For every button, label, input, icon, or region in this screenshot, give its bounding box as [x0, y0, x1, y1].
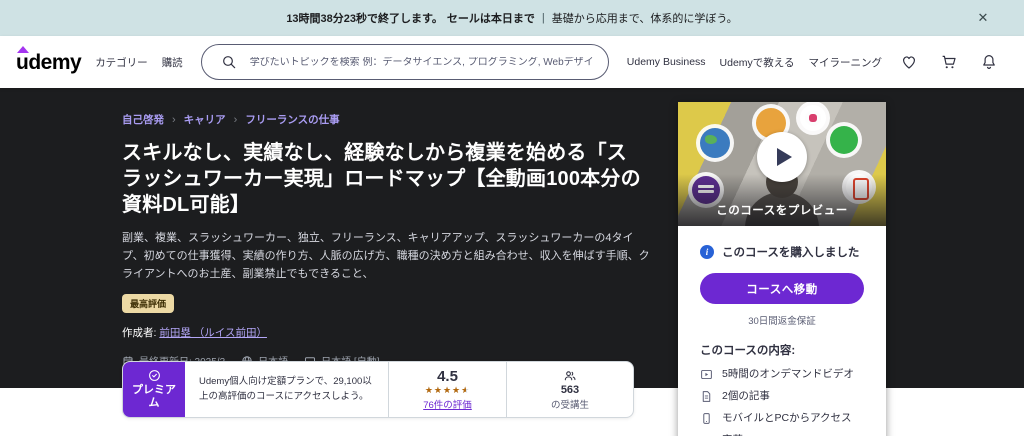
sale-tagline: 基礎から応用まで、体系的に学ぼう。: [551, 13, 738, 25]
wishlist-heart-icon[interactable]: [899, 52, 919, 72]
play-button[interactable]: [757, 131, 807, 182]
author-row: 作成者: 前田塁 （ルイス前田）: [122, 325, 1024, 340]
highest-rated-badge: 最高評価: [122, 294, 175, 314]
breadcrumb: 自己啓発 › キャリア › フリーランスの仕事: [122, 112, 1024, 127]
go-to-course-button[interactable]: コースへ移動: [700, 273, 864, 304]
nav-categories[interactable]: カテゴリー: [95, 55, 148, 70]
author-label: 作成者:: [122, 327, 157, 340]
rating-column: 4.5 ★★★★★ ★★★★★ 76件の評価: [389, 362, 507, 417]
travel-globe-icon: [700, 128, 730, 158]
breadcrumb-career[interactable]: キャリア: [184, 112, 226, 127]
sale-countdown: 13時間38分23秒で終了します。: [286, 13, 443, 25]
course-includes-heading: このコースの内容:: [700, 345, 796, 357]
search-bar[interactable]: [200, 44, 609, 80]
premium-plan-card: プレミアム Udemy個人向け定額プランで、29,100以上の高評価のコースにア…: [122, 361, 634, 418]
site-header: udemy カテゴリー 購読 Udemy Business Udemyで教える …: [0, 36, 1024, 88]
list-item-articles: 2個の記事: [700, 389, 864, 404]
mobile-icon: [703, 413, 710, 424]
clipboard-icon: [800, 105, 826, 131]
play-icon: [776, 147, 792, 166]
premium-plan-text: Udemy個人向け定額プランで、29,100以上の高評価のコースにアクセスしよう…: [185, 362, 389, 417]
students-label: の受講生: [550, 399, 589, 411]
students-icon: [564, 370, 576, 380]
rating-value: 4.5: [437, 368, 458, 385]
video-icon: [701, 369, 712, 380]
money-back-guarantee: 30日間返金保証: [748, 316, 816, 327]
students-count: 563: [560, 383, 580, 396]
purchased-status: i このコースを購入しました: [700, 244, 864, 260]
course-title: スキルなし、実績なし、経験なしから複業を始める「スラッシュワーカー実現」ロードマ…: [122, 142, 641, 216]
banner-divider: |: [541, 12, 545, 24]
course-description: 副業、複業、スラッシュワーカー、独立、フリーランス、キャリアアップ、スラッシュワ…: [122, 232, 650, 280]
logo-caret-icon: [17, 46, 29, 53]
reviews-link[interactable]: 76件の評価: [423, 397, 472, 411]
cart-icon[interactable]: [939, 52, 959, 72]
nav-my-learning[interactable]: マイラーニング: [809, 55, 883, 70]
students-column: 563 の受講生: [507, 362, 633, 417]
nav-teach-on-udemy[interactable]: Udemyで教える: [720, 55, 795, 70]
preview-label: このコースをプレビュー: [716, 205, 848, 217]
breadcrumb-freelance[interactable]: フリーランスの仕事: [245, 112, 339, 127]
chevron-right-icon: ›: [172, 113, 176, 126]
search-input[interactable]: [249, 56, 594, 68]
breadcrumb-personal-development[interactable]: 自己啓発: [122, 112, 164, 127]
info-icon: i: [700, 245, 714, 259]
nav-udemy-business[interactable]: Udemy Business: [627, 56, 706, 68]
purchased-text: このコースを購入しました: [722, 247, 860, 259]
sale-banner: 13時間38分23秒で終了します。 セールは本日まで | 基礎から応用まで、体系…: [0, 0, 1024, 36]
course-preview-thumbnail[interactable]: このコースをプレビュー: [678, 102, 886, 226]
list-item-mobile-access: モバイルとPCからアクセス: [700, 411, 864, 426]
premium-badge: プレミアム: [123, 362, 185, 417]
shopping-bag-icon: [830, 126, 858, 154]
preview-gradient-overlay: [678, 174, 886, 226]
chevron-right-icon: ›: [233, 113, 238, 126]
article-icon: [702, 391, 711, 402]
list-item-video: 5時間のオンデマンドビデオ: [700, 367, 864, 382]
premium-seal-icon: [148, 370, 160, 382]
notifications-bell-icon[interactable]: [979, 52, 999, 72]
udemy-logo[interactable]: udemy: [16, 46, 82, 75]
search-icon: [219, 52, 239, 72]
course-includes-list: 5時間のオンデマンドビデオ 2個の記事 モバイルとPCからアクセス 字幕: [700, 367, 864, 436]
purchase-sidebar: このコースをプレビュー i このコースを購入しました コースへ移動 30日間返金…: [678, 102, 886, 436]
sale-until: セールは本日まで: [446, 13, 535, 25]
sidebar-body: i このコースを購入しました コースへ移動 30日間返金保証 このコースの内容:…: [678, 226, 886, 436]
star-rating-icon: ★★★★★ ★★★★★: [424, 385, 471, 395]
author-link[interactable]: 前田塁 （ルイス前田）: [159, 327, 267, 339]
nav-subscriptions[interactable]: 購読: [162, 55, 183, 70]
close-icon[interactable]: ✕: [974, 9, 992, 27]
